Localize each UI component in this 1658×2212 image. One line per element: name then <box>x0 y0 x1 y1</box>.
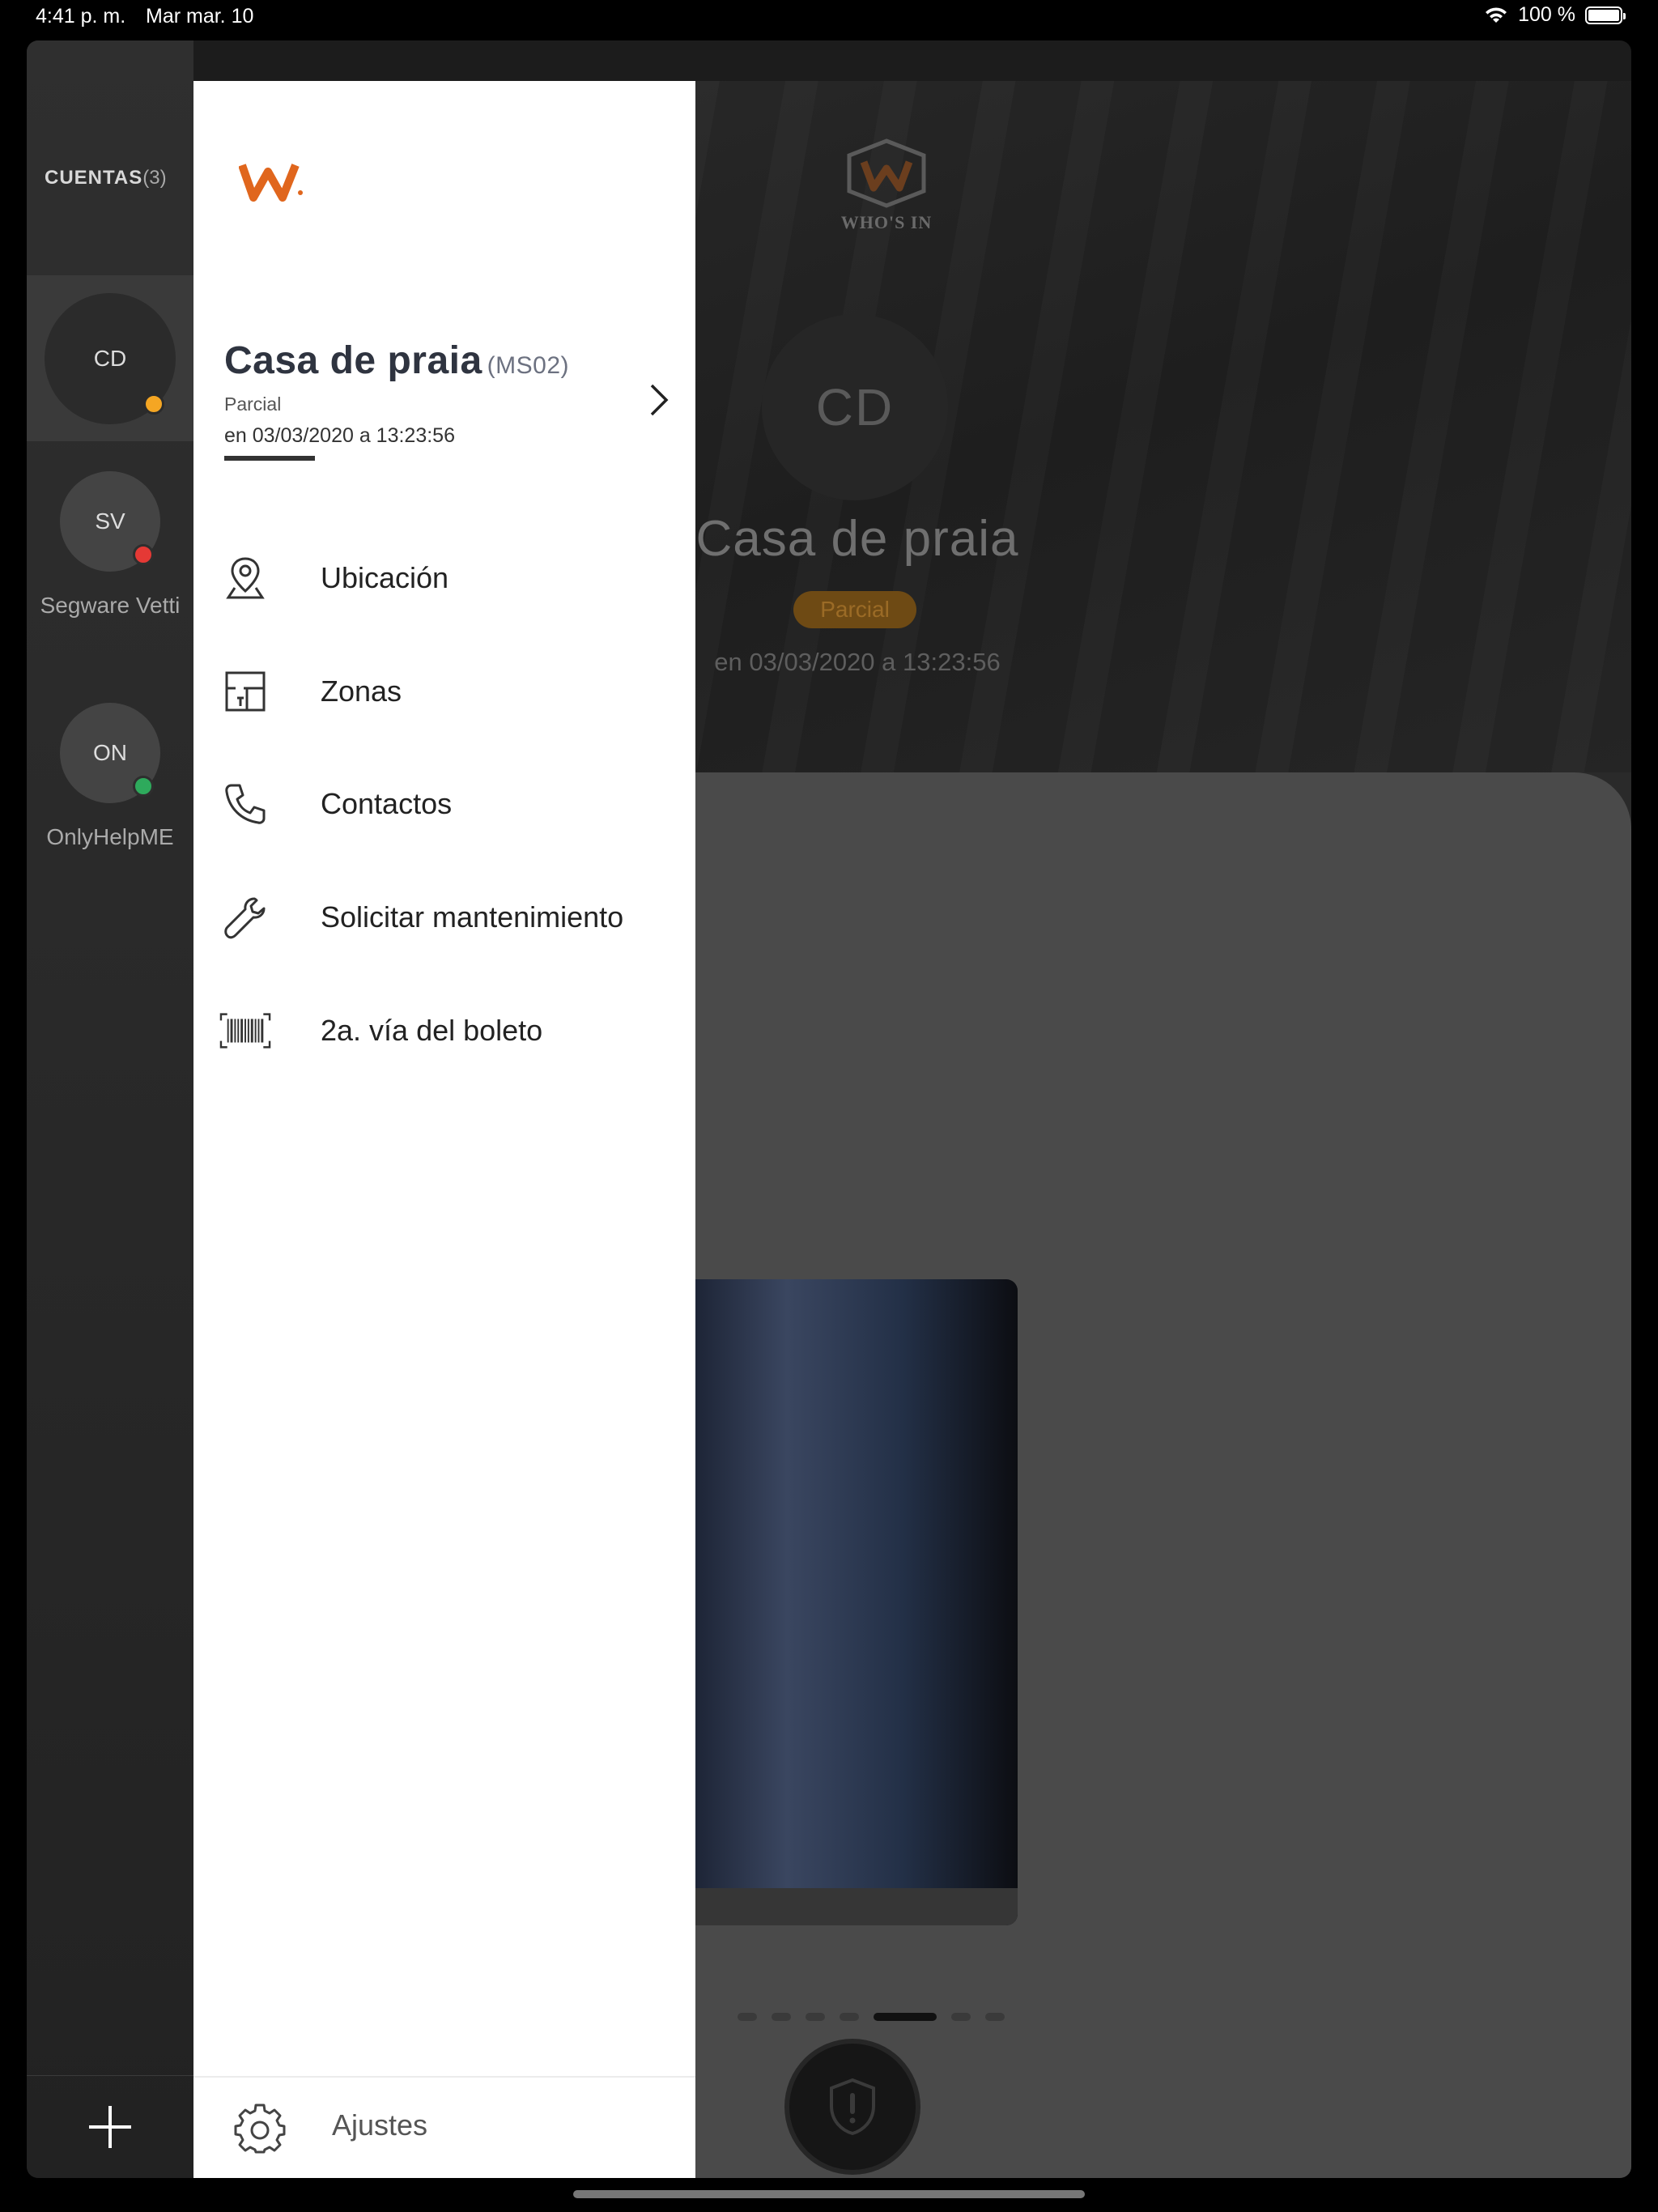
carousel-dot[interactable] <box>840 2013 859 2021</box>
account-item-sv[interactable]: SV Segware Vetti <box>27 471 193 620</box>
accounts-count: (3) <box>142 167 167 189</box>
account-underline <box>224 456 315 461</box>
status-right: 100 % <box>1484 3 1626 27</box>
shield-alert-icon <box>830 2078 875 2136</box>
carousel-dot[interactable] <box>772 2013 791 2021</box>
wifi-icon <box>1486 6 1507 23</box>
whos-in-logo-icon <box>847 138 926 208</box>
status-timestamp: en 03/03/2020 a 13:23:56 <box>714 648 1001 676</box>
phone-icon <box>219 778 271 830</box>
account-timestamp: en 03/03/2020 a 13:23:56 <box>224 424 455 447</box>
add-account-button[interactable] <box>27 2075 193 2178</box>
account-initials: SV <box>95 508 125 534</box>
status-badge: Parcial <box>793 591 916 628</box>
menu-item-label: Zonas <box>321 674 402 708</box>
account-status: Parcial <box>224 393 282 415</box>
menu-item-label: Solicitar mantenimiento <box>321 900 624 934</box>
menu-item-ubicacion[interactable]: Ubicación <box>193 546 695 610</box>
menu-item-label: Ubicación <box>321 561 449 594</box>
carousel-dot[interactable] <box>738 2013 757 2021</box>
account-name: Segware Vetti <box>40 593 181 618</box>
account-avatar: CD <box>762 314 948 500</box>
whos-in-w-icon <box>238 164 303 202</box>
barcode-icon <box>219 1005 271 1057</box>
menu-item-boleto[interactable]: 2a. vía del boleto <box>193 998 695 1063</box>
avatar: CD <box>45 293 176 424</box>
status-dot-ok <box>133 776 154 797</box>
menu-item-label: 2a. vía del boleto <box>321 1014 543 1047</box>
carousel-dot[interactable] <box>951 2013 971 2021</box>
app-window: WHO'S IN CD Casa de praia Parcial en 03/… <box>27 40 1631 2178</box>
settings-button[interactable]: Ajustes <box>193 2076 695 2178</box>
settings-label: Ajustes <box>332 2108 428 2142</box>
account-item-cd[interactable]: CD <box>27 293 193 424</box>
account-item-on[interactable]: ON OnlyHelpME <box>27 703 193 852</box>
wrench-icon <box>219 891 271 943</box>
account-name: Casa de praia <box>224 339 483 382</box>
status-dot-alarm <box>133 544 154 565</box>
avatar: SV <box>60 471 160 572</box>
status-date: Mar mar. 10 <box>146 5 254 28</box>
battery-icon <box>1585 6 1626 24</box>
brand-logo-small <box>238 159 307 208</box>
panic-button[interactable] <box>789 2044 916 2170</box>
carousel-dot[interactable] <box>985 2013 1005 2021</box>
carousel-dot[interactable] <box>806 2013 825 2021</box>
home-indicator[interactable] <box>573 2190 1085 2198</box>
account-code: (MS02) <box>487 352 570 379</box>
brand-text: WHO'S IN <box>840 212 933 232</box>
brand-logo: WHO'S IN <box>806 138 967 233</box>
accounts-title: CUENTAS <box>45 167 143 189</box>
floorplan-icon <box>219 666 271 717</box>
account-header-title: Casa de praia (MS02) <box>224 338 569 383</box>
avatar: ON <box>60 703 160 803</box>
account-name: OnlyHelpME <box>46 824 174 849</box>
accounts-rail: CUENTAS(3) CD SV Segware Vetti ON OnlyHe… <box>27 40 193 2178</box>
account-initials: CD <box>93 346 127 371</box>
menu-item-mantenimiento[interactable]: Solicitar mantenimiento <box>193 885 695 950</box>
status-dot-partial <box>143 393 164 415</box>
side-drawer: Casa de praia (MS02) Parcial en 03/03/202… <box>193 81 695 2178</box>
status-bar: 4:41 p. m. Mar mar. 10 100 % <box>0 0 1658 34</box>
menu-item-label: Contactos <box>321 787 453 820</box>
account-initials: ON <box>93 740 127 765</box>
location-pin-icon <box>219 552 271 604</box>
carousel-dot-active[interactable] <box>874 2013 937 2021</box>
plus-icon <box>89 2106 131 2148</box>
chevron-right-icon[interactable] <box>647 381 671 419</box>
battery-percent: 100 % <box>1518 3 1575 26</box>
gear-icon <box>234 2104 286 2154</box>
menu-item-zonas[interactable]: Zonas <box>193 659 695 724</box>
menu-item-contactos[interactable]: Contactos <box>193 772 695 836</box>
status-time: 4:41 p. m. <box>36 5 126 28</box>
accounts-label: CUENTAS(3) <box>45 167 167 189</box>
